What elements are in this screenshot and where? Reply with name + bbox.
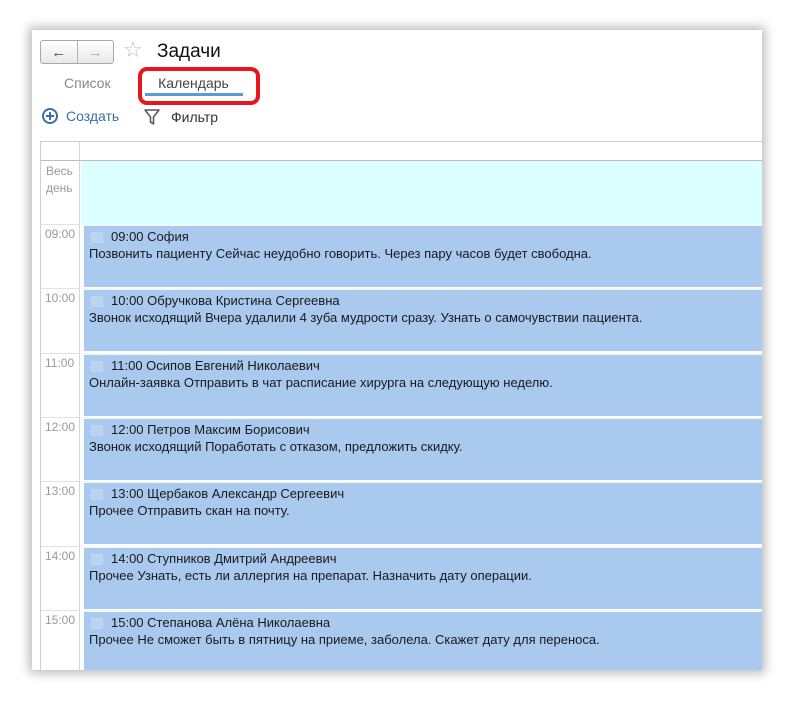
create-label: Создать (66, 108, 120, 124)
calendar-event[interactable]: 15:00 Степанова Алёна Николаевна Прочее Н… (84, 611, 762, 670)
header-divider (79, 142, 80, 160)
hour-label: 14:00 (45, 548, 76, 563)
calendar-event[interactable]: 14:00 Ступников Дмитрий Андреевич Прочее … (84, 547, 762, 609)
forward-arrow-icon[interactable]: → (76, 41, 114, 63)
back-arrow-icon[interactable]: ← (41, 41, 77, 63)
plus-circle-icon (42, 108, 58, 124)
event-title: 15:00 Степанова Алёна Николаевна (111, 614, 331, 630)
calendar-event[interactable]: 09:00 София Позвонить пациенту Сейчас неу… (84, 226, 762, 287)
event-marker-icon (91, 296, 103, 308)
event-marker-icon (91, 617, 103, 629)
hour-divider (41, 352, 79, 354)
event-title: 13:00 Щербаков Александр Сергеевич (111, 486, 345, 502)
event-title: 11:00 Осипов Евгений Николаевич (111, 357, 320, 373)
event-header: 14:00 Ступников Дмитрий Андреевич (91, 551, 337, 567)
event-header: 09:00 София (91, 229, 189, 245)
hour-label: 10:00 (45, 291, 76, 306)
calendar-event[interactable]: 11:00 Осипов Евгений Николаевич Онлайн-за… (84, 354, 762, 416)
event-marker-icon (91, 424, 103, 436)
event-title: 14:00 Ступников Дмитрий Андреевич (111, 550, 337, 566)
event-description: Прочее Отправить скан на почту. (89, 503, 290, 519)
hour-divider (41, 545, 79, 547)
hour-divider (41, 224, 79, 225)
event-header: 15:00 Степанова Алёна Николаевна (91, 615, 330, 631)
event-marker-icon (91, 489, 103, 501)
navigation-buttons: ← → (40, 40, 114, 64)
highlight-annotation (138, 67, 260, 105)
star-icon[interactable]: ☆ (123, 37, 143, 63)
hour-label: 09:00 (45, 227, 76, 241)
hour-label: 15:00 (45, 612, 76, 627)
calendar-grid: Весь день 09:00 09:00 София Позвонить паци… (40, 141, 762, 670)
hour-divider (41, 609, 79, 611)
tasks-window: ← → ☆ Задачи Список Календарь Создать Фи… (32, 30, 762, 670)
filter-button[interactable]: Фильтр (143, 108, 218, 126)
event-description: Звонок исходящий Поработать с отказом, п… (89, 438, 463, 454)
event-description: Звонок исходящий Вчера удалили 4 зуба му… (89, 310, 643, 326)
calendar-header-row (41, 142, 762, 161)
event-header: 10:00 Обручкова Кристина Сергеевна (91, 293, 340, 309)
all-day-area[interactable] (81, 161, 762, 224)
hour-divider (41, 481, 79, 483)
create-button[interactable]: Создать (42, 108, 119, 124)
event-header: 11:00 Осипов Евгений Николаевич (91, 358, 320, 374)
event-title: 12:00 Петров Максим Борисович (111, 421, 310, 437)
hour-divider (41, 288, 79, 290)
event-description: Прочее Не сможет быть в пятницу на прием… (89, 631, 600, 647)
tab-list[interactable]: Список (64, 74, 111, 92)
event-marker-icon (91, 360, 103, 372)
event-marker-icon (91, 553, 103, 565)
event-title: 10:00 Обручкова Кристина Сергеевна (111, 293, 340, 309)
event-description: Позвонить пациенту Сейчас неудобно говор… (89, 246, 592, 261)
calendar-event[interactable]: 10:00 Обручкова Кристина Сергеевна Звонок… (84, 290, 762, 352)
event-description: Прочее Узнать, есть ли аллергия на препа… (89, 567, 532, 583)
event-marker-icon (91, 232, 103, 244)
hour-label: 11:00 (45, 355, 75, 370)
event-header: 13:00 Щербаков Александр Сергеевич (91, 486, 344, 502)
event-description: Онлайн-заявка Отправить в чат расписание… (89, 374, 553, 390)
event-title: 09:00 София (111, 229, 189, 244)
hour-label: 12:00 (45, 419, 76, 434)
hour-divider (41, 416, 79, 418)
page-title: Задачи (157, 41, 221, 62)
filter-icon (144, 109, 160, 125)
all-day-label: Весь день (46, 164, 73, 195)
calendar-event[interactable]: 12:00 Петров Максим Борисович Звонок исхо… (84, 418, 762, 480)
filter-label: Фильтр (171, 109, 219, 125)
event-header: 12:00 Петров Максим Борисович (91, 422, 310, 438)
calendar-event[interactable]: 13:00 Щербаков Александр Сергеевич Прочее… (84, 483, 762, 545)
hour-label: 13:00 (45, 484, 76, 499)
